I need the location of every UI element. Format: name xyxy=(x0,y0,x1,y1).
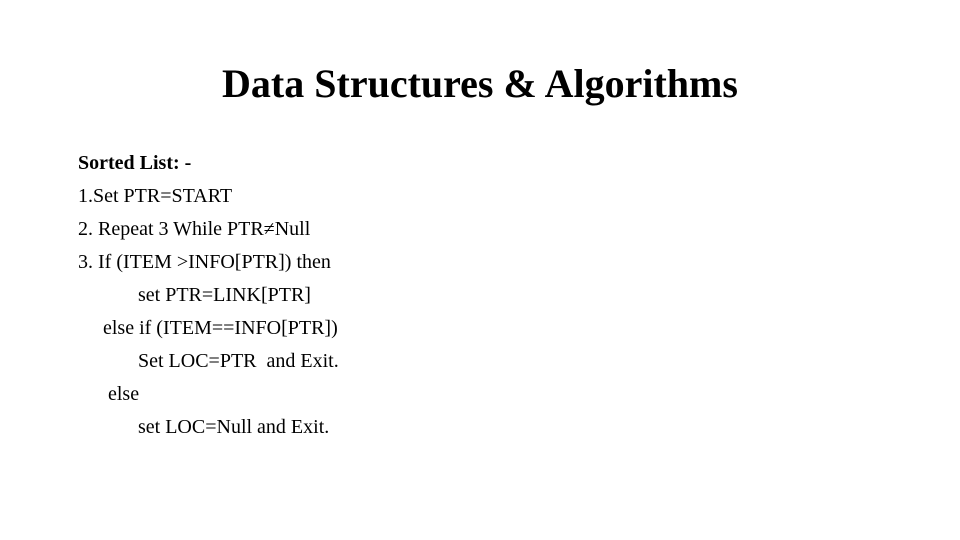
slide: Data Structures & Algorithms Sorted List… xyxy=(0,0,960,540)
algorithm-line: else if (ITEM==INFO[PTR]) xyxy=(78,312,960,345)
content-block: Sorted List: - 1.Set PTR=START 2. Repeat… xyxy=(0,147,960,444)
algorithm-line: set PTR=LINK[PTR] xyxy=(78,279,960,312)
algorithm-line: 2. Repeat 3 While PTR≠Null xyxy=(78,213,960,246)
algorithm-line: Set LOC=PTR and Exit. xyxy=(78,345,960,378)
algorithm-line: 3. If (ITEM >INFO[PTR]) then xyxy=(78,246,960,279)
algorithm-line: 1.Set PTR=START xyxy=(78,180,960,213)
page-title: Data Structures & Algorithms xyxy=(0,60,960,107)
algorithm-line: else xyxy=(78,378,960,411)
section-heading: Sorted List: - xyxy=(78,147,960,180)
algorithm-line: set LOC=Null and Exit. xyxy=(78,411,960,444)
